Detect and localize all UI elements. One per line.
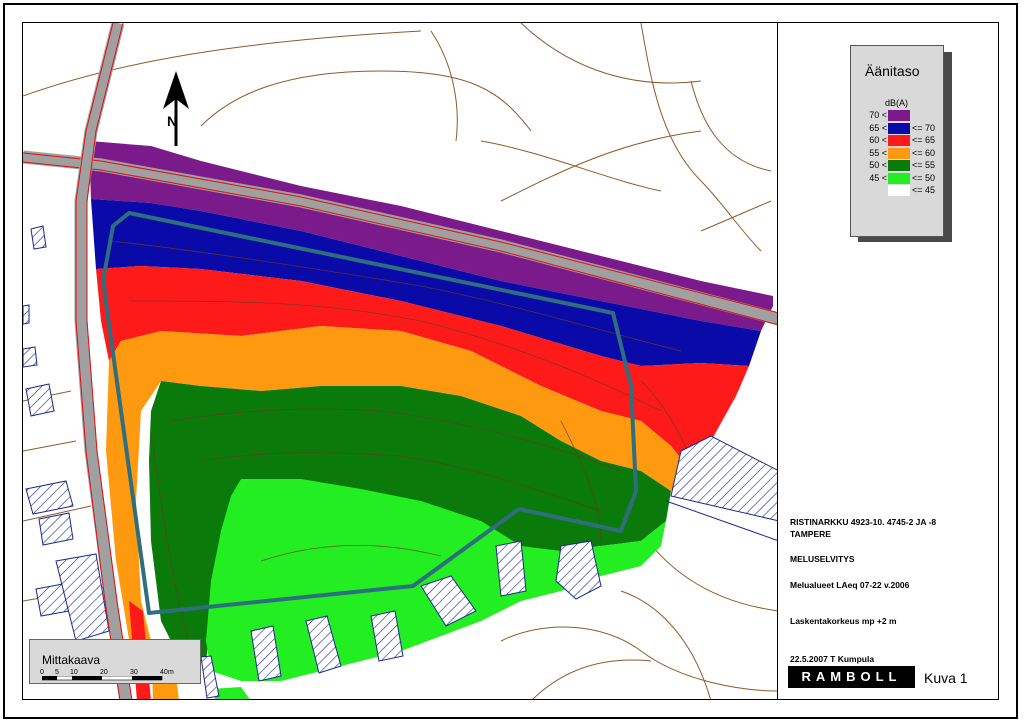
scale-tick-label: 30 bbox=[130, 669, 138, 676]
scale-tick-label: 0 bbox=[40, 669, 44, 676]
legend-swatch bbox=[888, 110, 910, 121]
report-title: MELUSELVITYS bbox=[790, 554, 855, 564]
legend-row: 50 < <= 55 bbox=[851, 160, 945, 171]
legend-row: <= 45 bbox=[851, 185, 945, 196]
legend-row: 60 < <= 65 bbox=[851, 135, 945, 146]
scale-bar: Mittakaava 0 5 10 20 30 40 m bbox=[29, 639, 201, 684]
legend-low-label: 60 < bbox=[869, 135, 887, 145]
legend-low-label: 45 < bbox=[869, 172, 887, 183]
legend-low-label: 65 < bbox=[869, 122, 887, 133]
scale-tick-label: 10 bbox=[70, 669, 78, 676]
author-date: 22.5.2007 T Kumpula bbox=[790, 654, 875, 664]
legend-unit: dB(A) bbox=[885, 98, 909, 108]
legend-low-label: 50 < bbox=[869, 160, 887, 170]
calculation-height: Laskentakorkeus mp +2 m bbox=[790, 616, 897, 626]
legend-row: 70 < bbox=[851, 110, 945, 121]
legend: Äänitaso dB(A) 70 < 65 < <= 70 60 < <= 65 55 … bbox=[850, 45, 944, 237]
legend-swatch bbox=[888, 122, 910, 134]
map-description: Melualueet LAeq 07-22 v.2006 bbox=[790, 580, 910, 590]
legend-swatch bbox=[888, 160, 910, 171]
legend-low-label: 70 < bbox=[869, 110, 887, 120]
figure-label: Kuva 1 bbox=[924, 670, 968, 686]
legend-swatch bbox=[888, 147, 910, 159]
legend-swatch bbox=[888, 172, 910, 184]
scale-ticks: 0 5 10 20 30 40 m bbox=[40, 669, 174, 683]
company-logo: RAMBOLL bbox=[788, 666, 915, 688]
legend-title: Äänitaso bbox=[865, 63, 920, 79]
north-arrow bbox=[163, 71, 189, 146]
project-name: RISTINARKKU 4923-10. 4745-2 JA -8 bbox=[790, 517, 937, 527]
scale-title: Mittakaava bbox=[42, 653, 101, 667]
north-arrow-label: N bbox=[167, 113, 178, 129]
scale-tick-label: 20 bbox=[100, 669, 108, 676]
project-city: TAMPERE bbox=[790, 529, 831, 539]
legend-high-label: <= 50 bbox=[912, 172, 936, 183]
legend-high-label: <= 70 bbox=[912, 122, 936, 133]
legend-high-label: <= 55 bbox=[912, 160, 936, 170]
legend-low-label: 55 < bbox=[869, 147, 887, 158]
legend-high-label: <= 60 bbox=[912, 147, 936, 158]
legend-row: 65 < <= 70 bbox=[851, 122, 945, 134]
scale-tick-label: 5 bbox=[55, 669, 59, 676]
legend-high-label: <= 45 bbox=[912, 185, 936, 195]
legend-swatch bbox=[888, 135, 910, 146]
noise-map: N bbox=[22, 22, 778, 700]
legend-row: 55 < <= 60 bbox=[851, 147, 945, 159]
scale-tick-label: 40 bbox=[160, 669, 168, 676]
legend-row: 45 < <= 50 bbox=[851, 172, 945, 184]
scale-unit: m bbox=[168, 669, 174, 676]
legend-swatch bbox=[888, 185, 910, 196]
legend-high-label: <= 65 bbox=[912, 135, 936, 145]
